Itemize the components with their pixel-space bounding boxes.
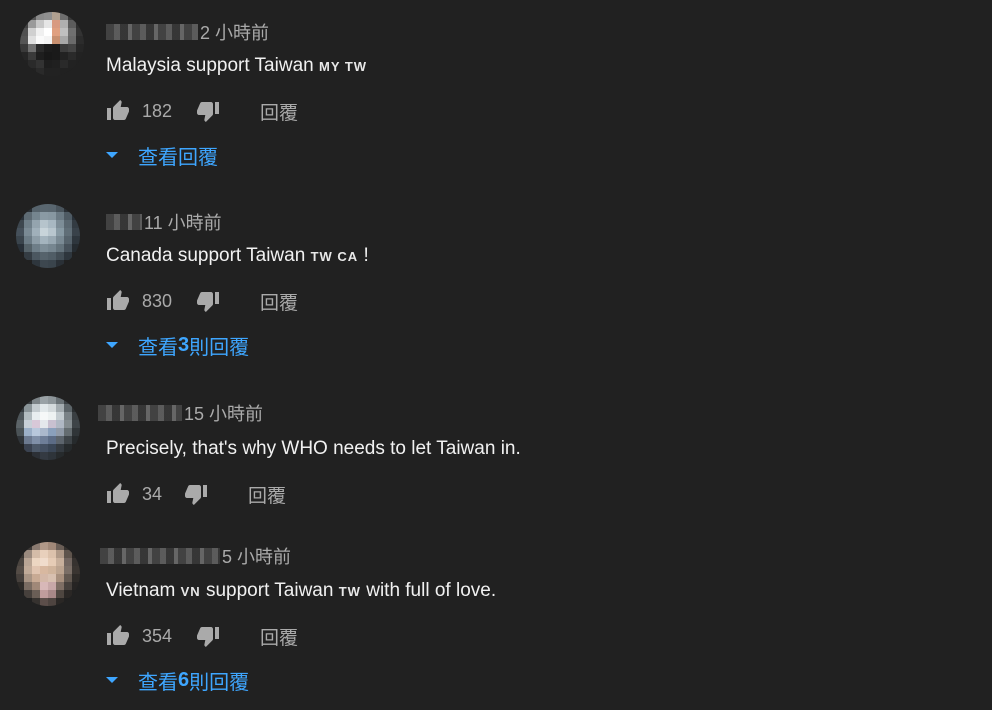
comment-text: Canada support Taiwan TW CA ! [106,245,369,267]
comment-text-part: Vietnam [106,580,181,601]
view-replies-prefix: 查看 [138,671,178,694]
like-count: 830 [142,290,173,311]
view-replies-suffix: 則回覆 [189,671,250,694]
author-name-blurred[interactable] [106,24,198,40]
timestamp[interactable]: 15 小時前 [184,400,263,426]
thumbs-down-icon[interactable] [184,482,208,506]
view-replies-prefix: 查看 [138,336,178,359]
timestamp[interactable]: 5 小時前 [222,543,291,569]
timestamp[interactable]: 2 小時前 [200,19,269,45]
comment-actions: 354 回覆 [106,623,298,649]
comment-actions: 182 回覆 [106,98,298,124]
comment-text-part: with full of love. [360,580,497,601]
like-count: 354 [142,625,173,646]
avatar[interactable] [20,12,84,76]
thumbs-up-icon[interactable] [106,624,130,648]
view-replies-suffix: 則回覆 [189,336,250,359]
comment-actions: 830 回覆 [106,288,298,314]
avatar[interactable] [16,542,80,606]
caret-down-icon [106,152,118,158]
thumbs-down-icon[interactable] [196,624,220,648]
flag-emoji: TW [338,584,361,599]
thumbs-down-icon[interactable] [196,289,220,313]
reply-count: 3 [178,333,190,356]
comment-actions: 34 回覆 [106,481,286,507]
thumbs-up-icon[interactable] [106,482,130,506]
view-replies-prefix: 查看 [138,146,178,169]
caret-down-icon [106,677,118,683]
view-replies-suffix: 回覆 [178,146,218,169]
comment-meta: 15 小時前 [98,402,263,424]
reply-button[interactable]: 回覆 [260,623,298,650]
comment-text-part: Malaysia support Taiwan [106,55,319,76]
comment-text-part: support Taiwan [200,580,339,601]
view-replies-button[interactable]: 查看 3 則回覆 [106,332,250,359]
caret-down-icon [106,342,118,348]
comment-text-part: Precisely, that's why WHO needs to let T… [106,438,521,459]
comment-meta: 2 小時前 [106,21,269,43]
reply-count: 6 [178,668,190,691]
author-name-blurred[interactable] [106,214,142,230]
flag-emoji: TW CA [310,249,359,264]
thumbs-up-icon[interactable] [106,289,130,313]
like-count: 182 [142,100,173,121]
comment-text-part: ! [358,245,369,266]
timestamp[interactable]: 11 小時前 [144,209,222,235]
comment-text: Precisely, that's why WHO needs to let T… [106,438,521,460]
avatar[interactable] [16,396,80,460]
comment-meta: 5 小時前 [100,545,291,567]
view-replies-button[interactable]: 查看 回覆 [106,142,218,169]
reply-button[interactable]: 回覆 [248,481,286,508]
flag-emoji: MY TW [318,59,368,74]
avatar[interactable] [16,204,80,268]
author-name-blurred[interactable] [100,548,220,564]
thumbs-up-icon[interactable] [106,99,130,123]
view-replies-button[interactable]: 查看 6 則回覆 [106,667,250,694]
comment-text: Malaysia support Taiwan MY TW [106,55,367,77]
reply-button[interactable]: 回覆 [260,288,298,315]
thumbs-down-icon[interactable] [196,99,220,123]
author-name-blurred[interactable] [98,405,182,421]
reply-button[interactable]: 回覆 [260,98,298,125]
comment-meta: 11 小時前 [106,211,222,233]
comment-text: Vietnam VN support Taiwan TW with full o… [106,580,496,602]
flag-emoji: VN [180,584,201,599]
comment-text-part: Canada support Taiwan [106,245,311,266]
like-count: 34 [142,483,163,504]
